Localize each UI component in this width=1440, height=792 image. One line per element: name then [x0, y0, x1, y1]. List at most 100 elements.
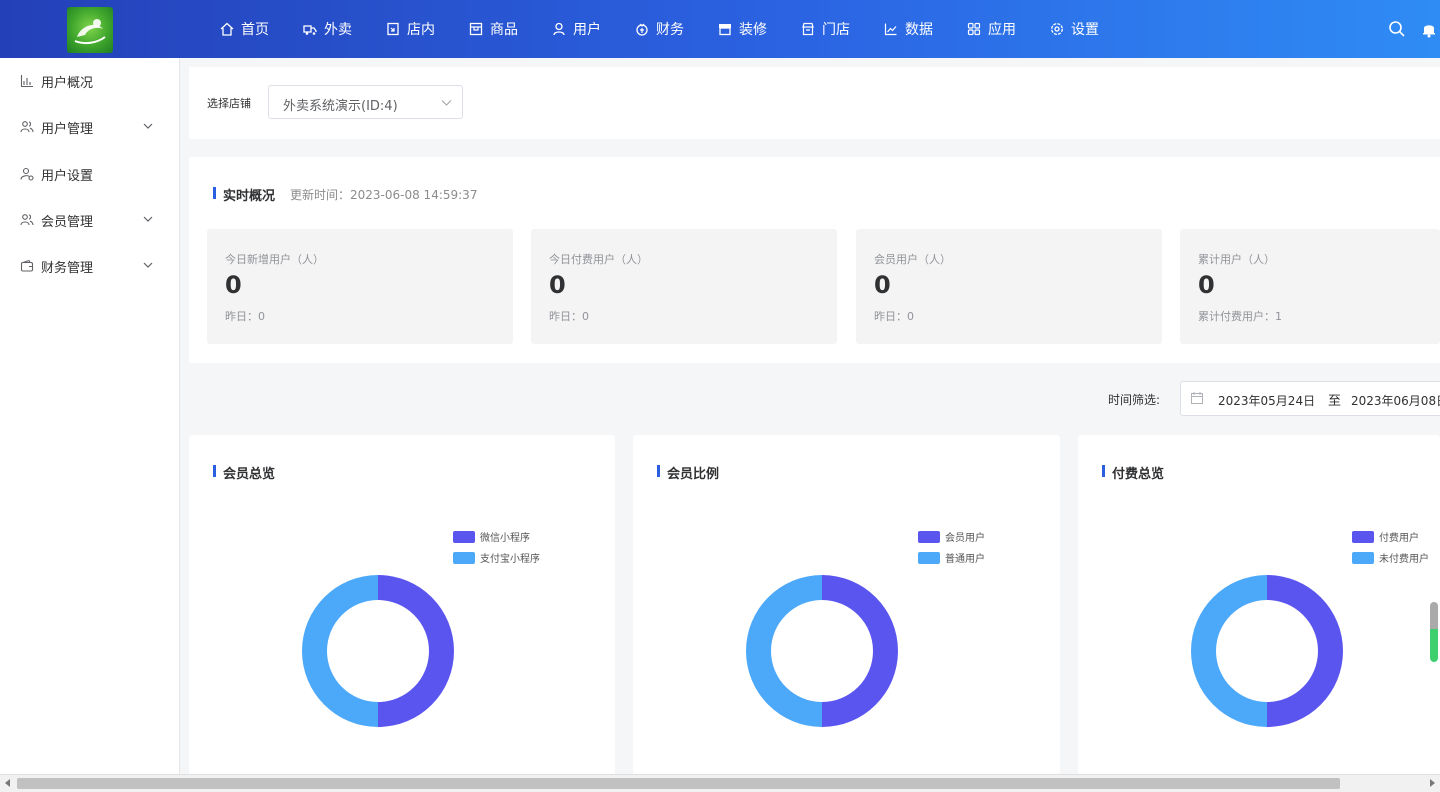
realtime-title: 实时概况 [213, 185, 275, 204]
stat-sub: 昨日：0 [874, 310, 914, 323]
date-range-picker[interactable]: 2023年05月24日 至 2023年06月08日 [1180, 381, 1440, 416]
legend-swatch [453, 551, 475, 564]
bell-icon[interactable] [1420, 20, 1438, 38]
users-icon [20, 121, 34, 133]
stat-label: 累计用户（人） [1198, 253, 1275, 266]
sidebar-item-user-settings[interactable]: 用户设置 [20, 164, 155, 184]
stat-card-member-users: 会员用户（人） 0 昨日：0 [856, 229, 1162, 344]
stat-label: 今日付费用户（人） [549, 253, 648, 266]
logo-mark-icon [74, 19, 106, 45]
legend-label: 普通用户 [945, 554, 985, 565]
sidebar-item-member-management[interactable]: 会员管理 [20, 210, 155, 230]
sidebar: 用户概况 用户管理 用户设置 会员管理 财务管理 [0, 58, 180, 774]
nav-finance[interactable]: 财务 [635, 19, 684, 39]
home-icon [220, 22, 234, 36]
nav-store[interactable]: 门店 [801, 19, 850, 39]
stat-label: 会员用户（人） [874, 253, 951, 266]
store-select-value: 外卖系统演示(ID:4) [283, 99, 398, 114]
legend-item[interactable]: 未付费用户 [1352, 550, 1429, 565]
nav-label: 商品 [490, 22, 518, 38]
stat-value: 0 [1198, 271, 1215, 299]
legend-label: 未付费用户 [1379, 554, 1429, 565]
store-select[interactable]: 外卖系统演示(ID:4) [268, 85, 463, 119]
nav-data[interactable]: 数据 [884, 19, 933, 39]
donut-slice-1[interactable] [378, 575, 454, 727]
time-filter-label: 时间筛选: [1108, 393, 1161, 407]
legend-item[interactable]: 普通用户 [918, 550, 985, 565]
nav-dine-in[interactable]: 店内 [386, 19, 435, 39]
donut-slice-1[interactable] [1267, 575, 1343, 727]
members-icon [20, 214, 34, 226]
nav-user[interactable]: 用户 [552, 19, 601, 39]
donut-chart [1191, 575, 1343, 727]
nav-label: 外卖 [324, 22, 352, 38]
sidebar-item-user-management[interactable]: 用户管理 [20, 117, 155, 137]
search-icon[interactable] [1388, 20, 1406, 38]
store-label: 选择店铺 [207, 97, 251, 110]
stat-sub: 昨日：0 [549, 310, 589, 323]
nav-label: 装修 [739, 22, 767, 38]
stat-sub: 昨日：0 [225, 310, 265, 323]
nav-decorate[interactable]: 装修 [718, 19, 767, 39]
nav-settings[interactable]: 设置 [1050, 19, 1099, 39]
nav-label: 用户 [573, 22, 601, 38]
sidebar-item-label: 财务管理 [41, 260, 94, 276]
finance-icon [636, 23, 648, 36]
sidebar-item-label: 用户管理 [41, 121, 94, 137]
sidebar-item-label: 会员管理 [41, 214, 94, 230]
update-time: 更新时间：2023-06-08 14:59:37 [290, 188, 478, 202]
donut-slice-2[interactable] [746, 575, 822, 727]
stat-label: 今日新增用户（人） [225, 253, 324, 266]
chart-title: 会员比例 [657, 463, 719, 482]
user-settings-icon [20, 167, 34, 181]
nav-goods[interactable]: 商品 [469, 19, 518, 39]
nav-home[interactable]: 首页 [220, 19, 269, 39]
legend-item[interactable]: 会员用户 [918, 529, 985, 544]
horizontal-scrollbar[interactable] [0, 774, 1440, 792]
chart-card-member-ratio: 会员比例 会员用户 普通用户 [633, 435, 1060, 775]
nav-label: 门店 [822, 22, 850, 38]
date-start[interactable]: 2023年05月24日 [1218, 392, 1315, 409]
legend-swatch [1352, 551, 1374, 564]
legend-label: 支付宝小程序 [480, 554, 540, 565]
legend-item[interactable]: 支付宝小程序 [453, 550, 540, 565]
donut-chart [746, 575, 898, 727]
sidebar-item-finance-management[interactable]: 财务管理 [20, 256, 155, 276]
apps-icon [967, 22, 981, 36]
logo[interactable] [67, 7, 113, 53]
nav-delivery[interactable]: 外卖 [303, 19, 352, 39]
scroll-right-arrow-icon[interactable] [1430, 779, 1435, 787]
chevron-down-icon [143, 262, 153, 268]
nav-label: 财务 [656, 22, 684, 38]
floating-scroll-indicator[interactable] [1430, 602, 1438, 662]
chart-title: 会员总览 [213, 463, 275, 482]
legend-label: 微信小程序 [480, 533, 530, 544]
nav-apps[interactable]: 应用 [967, 19, 1016, 39]
donut-slice-1[interactable] [822, 575, 898, 727]
user-icon [553, 22, 565, 36]
date-end[interactable]: 2023年06月08日 [1351, 392, 1440, 409]
sidebar-item-user-overview[interactable]: 用户概况 [20, 71, 155, 91]
donut-slice-2[interactable] [302, 575, 378, 727]
chart-card-member-overview: 会员总览 微信小程序 支付宝小程序 [189, 435, 615, 775]
legend-item[interactable]: 付费用户 [1352, 529, 1419, 544]
date-separator: 至 [1328, 394, 1342, 409]
goods-icon [469, 22, 483, 36]
nav-label: 应用 [988, 22, 1016, 38]
legend-swatch [918, 530, 940, 543]
legend-item[interactable]: 微信小程序 [453, 529, 530, 544]
nav-label: 数据 [905, 22, 933, 38]
nav-label: 店内 [407, 22, 435, 38]
donut-slice-2[interactable] [1191, 575, 1267, 727]
bar-chart-icon [20, 75, 33, 88]
scrollbar-thumb[interactable] [17, 778, 1340, 789]
scroll-left-arrow-icon[interactable] [5, 779, 10, 787]
donut-chart [302, 575, 454, 727]
nav-label: 首页 [241, 22, 269, 38]
settings-icon [1051, 23, 1063, 35]
decorate-icon [719, 24, 731, 36]
data-icon [884, 23, 897, 36]
stat-sub: 累计付费用户：1 [1198, 310, 1282, 323]
legend-label: 会员用户 [945, 533, 985, 544]
wallet-icon [20, 259, 34, 272]
